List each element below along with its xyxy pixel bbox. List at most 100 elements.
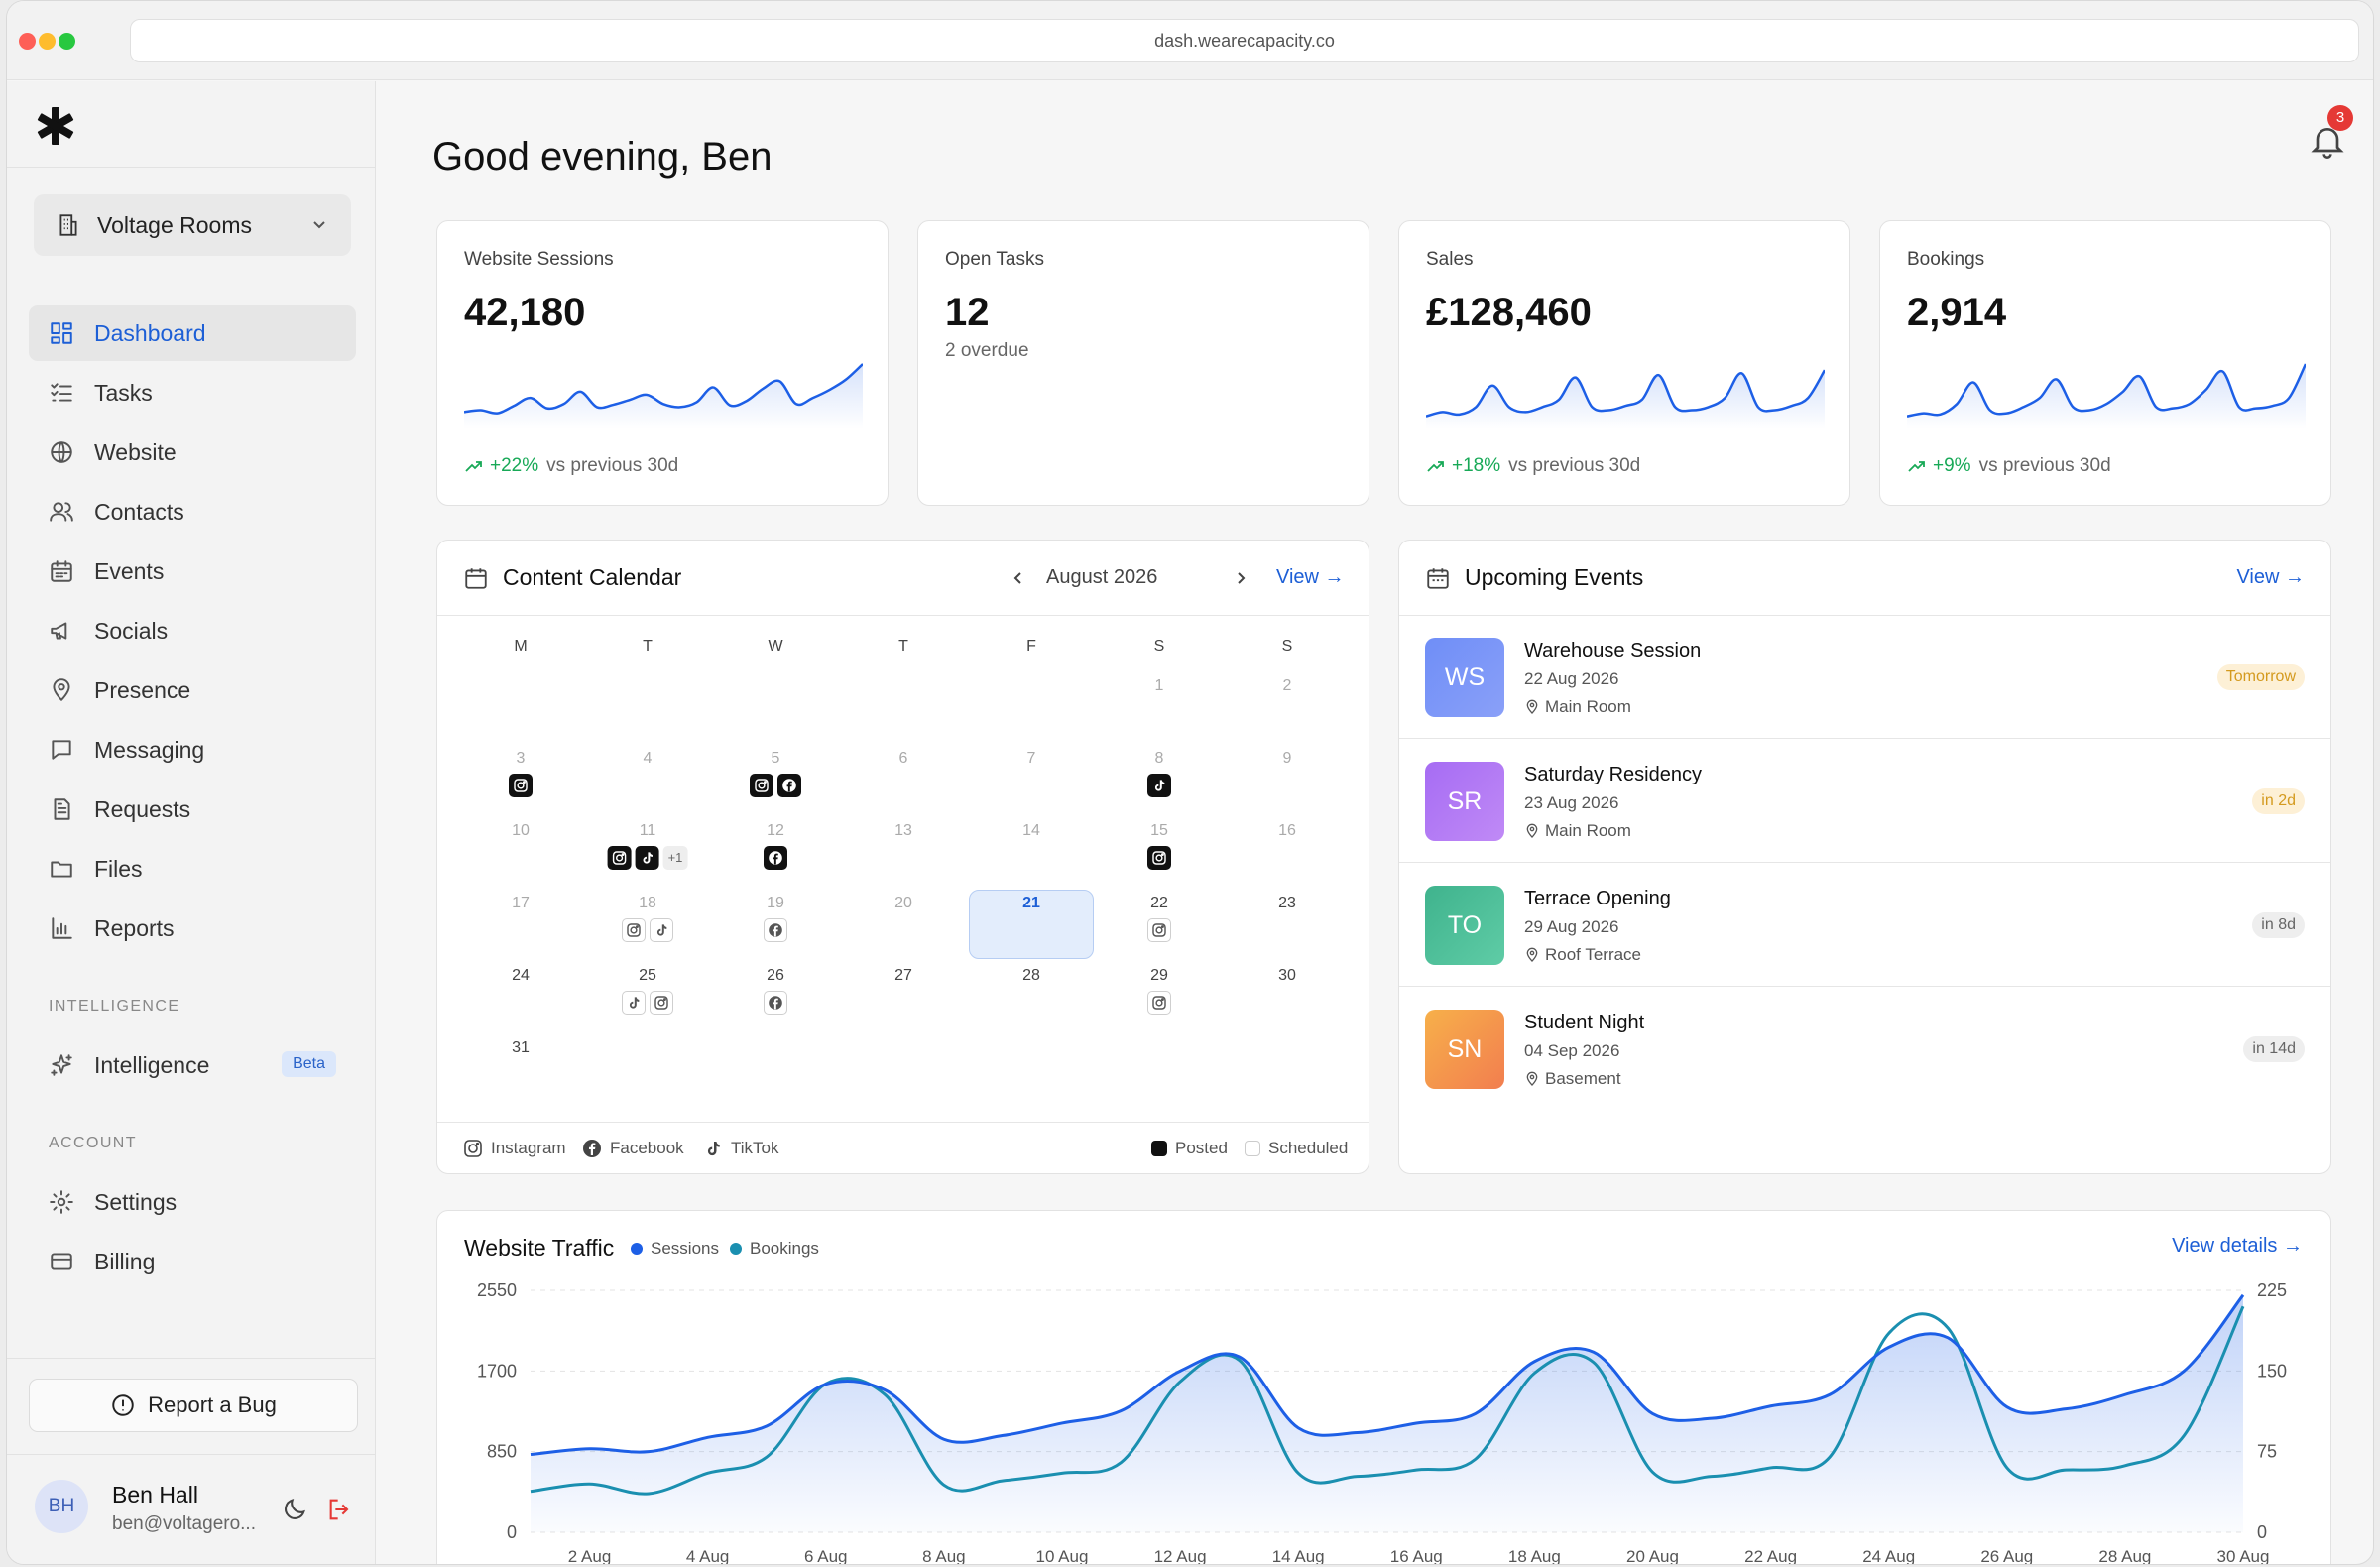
calendar-posts <box>509 774 533 797</box>
instagram-scheduled-icon[interactable] <box>622 918 646 942</box>
calendar-day[interactable]: 19 <box>756 895 795 912</box>
event-item[interactable]: SN Student Night 04 Sep 2026 Basement in… <box>1399 988 2330 1111</box>
alert-circle-icon <box>112 1394 134 1416</box>
instagram-post-icon[interactable] <box>509 774 533 797</box>
calendar-day[interactable]: 21 <box>1012 895 1051 912</box>
more-posts-badge[interactable]: +1 <box>662 846 688 870</box>
calendar-day[interactable]: 23 <box>1267 895 1307 912</box>
tiktok-scheduled-icon[interactable] <box>622 991 646 1015</box>
facebook-scheduled-icon[interactable] <box>764 918 787 942</box>
calendar-day[interactable]: 3 <box>501 750 540 768</box>
calendar-day[interactable]: 11 <box>628 822 667 840</box>
event-item[interactable]: SR Saturday Residency 23 Aug 2026 Main R… <box>1399 740 2330 863</box>
calendar-day[interactable]: 22 <box>1139 895 1179 912</box>
y-right-tick-label: 150 <box>2257 1361 2287 1381</box>
calendar-posts <box>750 774 801 797</box>
calendar-day[interactable]: 17 <box>501 895 540 912</box>
tasks-icon <box>51 383 72 402</box>
calendar-day[interactable]: 15 <box>1139 822 1179 840</box>
events-view-link[interactable]: View → <box>2236 566 2305 589</box>
sidebar-item-billing[interactable]: Billing <box>29 1234 356 1289</box>
sidebar-item-socials[interactable]: Socials <box>29 603 356 659</box>
chevron-left-icon[interactable] <box>1009 568 1028 588</box>
url-bar[interactable]: dash.wearecapacity.co <box>130 19 2359 62</box>
x-tick-label: 2 Aug <box>568 1547 612 1565</box>
sidebar-item-contacts[interactable]: Contacts <box>29 484 356 540</box>
calendar-day[interactable]: 2 <box>1267 677 1307 695</box>
facebook-post-icon[interactable] <box>764 846 787 870</box>
calendar-day[interactable]: 18 <box>628 895 667 912</box>
sidebar-item-dashboard[interactable]: Dashboard <box>29 305 356 361</box>
calendar-day[interactable]: 7 <box>1012 750 1051 768</box>
calendar-day[interactable]: 25 <box>628 967 667 985</box>
calendar-day[interactable]: 27 <box>884 967 923 985</box>
calendar-day[interactable]: 12 <box>756 822 795 840</box>
maximize-window-button[interactable] <box>59 33 75 50</box>
calendar-day[interactable]: 24 <box>501 967 540 985</box>
sidebar-item-reports[interactable]: Reports <box>29 901 356 956</box>
event-avatar: TO <box>1425 886 1504 965</box>
instagram-post-icon[interactable] <box>750 774 774 797</box>
calendar-day[interactable]: 8 <box>1139 750 1179 768</box>
calendar-day[interactable]: 9 <box>1267 750 1307 768</box>
instagram-scheduled-icon[interactable] <box>650 991 673 1015</box>
document-icon <box>54 798 70 820</box>
workspace-switcher[interactable]: Voltage Rooms <box>34 194 351 256</box>
sidebar-item-settings[interactable]: Settings <box>29 1174 356 1230</box>
calendar-view-link[interactable]: View → <box>1276 566 1345 589</box>
sidebar-item-website[interactable]: Website <box>29 424 356 480</box>
event-item[interactable]: TO Terrace Opening 29 Aug 2026 Roof Terr… <box>1399 864 2330 987</box>
kpi-label: Bookings <box>1907 249 1985 270</box>
close-window-button[interactable] <box>19 33 36 50</box>
calendar-posts <box>764 991 787 1015</box>
calendar-day[interactable]: 6 <box>884 750 923 768</box>
calendar-day[interactable]: 29 <box>1139 967 1179 985</box>
instagram-scheduled-icon[interactable] <box>1147 918 1171 942</box>
sidebar-item-presence[interactable]: Presence <box>29 663 356 718</box>
moon-icon[interactable] <box>281 1496 308 1523</box>
sidebar-item-events[interactable]: Events <box>29 543 356 599</box>
calendar-day[interactable]: 10 <box>501 822 540 840</box>
tiktok-post-icon[interactable] <box>635 846 659 870</box>
chevron-right-icon[interactable] <box>1231 568 1250 588</box>
event-name: Warehouse Session <box>1524 640 1702 662</box>
kpi-card-open-tasks[interactable]: Open Tasks 12 2 overdue <box>917 220 1369 506</box>
traffic-line-chart: 0 0 850 75 1700 150 2550 225 2 Aug 4 Aug 6 Aug 8 Au… <box>477 1280 2287 1565</box>
facebook-post-icon[interactable] <box>777 774 801 797</box>
avatar[interactable]: BH <box>35 1480 88 1533</box>
calendar-day[interactable]: 4 <box>628 750 667 768</box>
calendar-day[interactable]: 5 <box>756 750 795 768</box>
x-tick-label: 30 Aug <box>2217 1547 2270 1565</box>
tiktok-scheduled-icon[interactable] <box>650 918 673 942</box>
calendar-day[interactable]: 26 <box>756 967 795 985</box>
calendar-day[interactable]: 13 <box>884 822 923 840</box>
kpi-value: 42,180 <box>464 291 586 334</box>
sidebar-item-tasks[interactable]: Tasks <box>29 365 356 421</box>
minimize-window-button[interactable] <box>39 33 56 50</box>
report-bug-button[interactable]: Report a Bug <box>29 1379 358 1432</box>
sidebar-item-messaging[interactable]: Messaging <box>29 722 356 778</box>
x-tick-label: 18 Aug <box>1508 1547 1561 1565</box>
calendar-day[interactable]: 20 <box>884 895 923 912</box>
instagram-post-icon[interactable] <box>1147 846 1171 870</box>
kpi-card-bookings[interactable]: Bookings 2,914 +9% vs previous 30d <box>1879 220 2331 506</box>
calendar-day[interactable]: 16 <box>1267 822 1307 840</box>
calendar-day[interactable]: 30 <box>1267 967 1307 985</box>
calendar-day[interactable]: 28 <box>1012 967 1051 985</box>
sidebar-item-intelligence[interactable]: Intelligence Beta <box>29 1037 356 1093</box>
calendar-day[interactable]: 1 <box>1139 677 1179 695</box>
instagram-post-icon[interactable] <box>607 846 632 870</box>
kpi-card-website-sessions[interactable]: Website Sessions 42,180 +22% vs previous… <box>436 220 889 506</box>
event-item[interactable]: WS Warehouse Session 22 Aug 2026 Main Ro… <box>1399 616 2330 739</box>
facebook-scheduled-icon[interactable] <box>764 991 787 1015</box>
calendar-day[interactable]: 14 <box>1012 822 1051 840</box>
sidebar-item-requests[interactable]: Requests <box>29 782 356 837</box>
tiktok-post-icon[interactable] <box>1147 774 1171 797</box>
user-profile: BH Ben Hall ben@voltagero... <box>29 1470 366 1549</box>
calendar-day[interactable]: 31 <box>501 1039 540 1057</box>
kpi-card-sales[interactable]: Sales £128,460 +18% vs previous 30d <box>1398 220 1850 506</box>
app-logo-icon[interactable] <box>33 103 78 149</box>
logout-icon[interactable] <box>326 1496 354 1523</box>
instagram-scheduled-icon[interactable] <box>1147 991 1171 1015</box>
sidebar-item-files[interactable]: Files <box>29 841 356 897</box>
